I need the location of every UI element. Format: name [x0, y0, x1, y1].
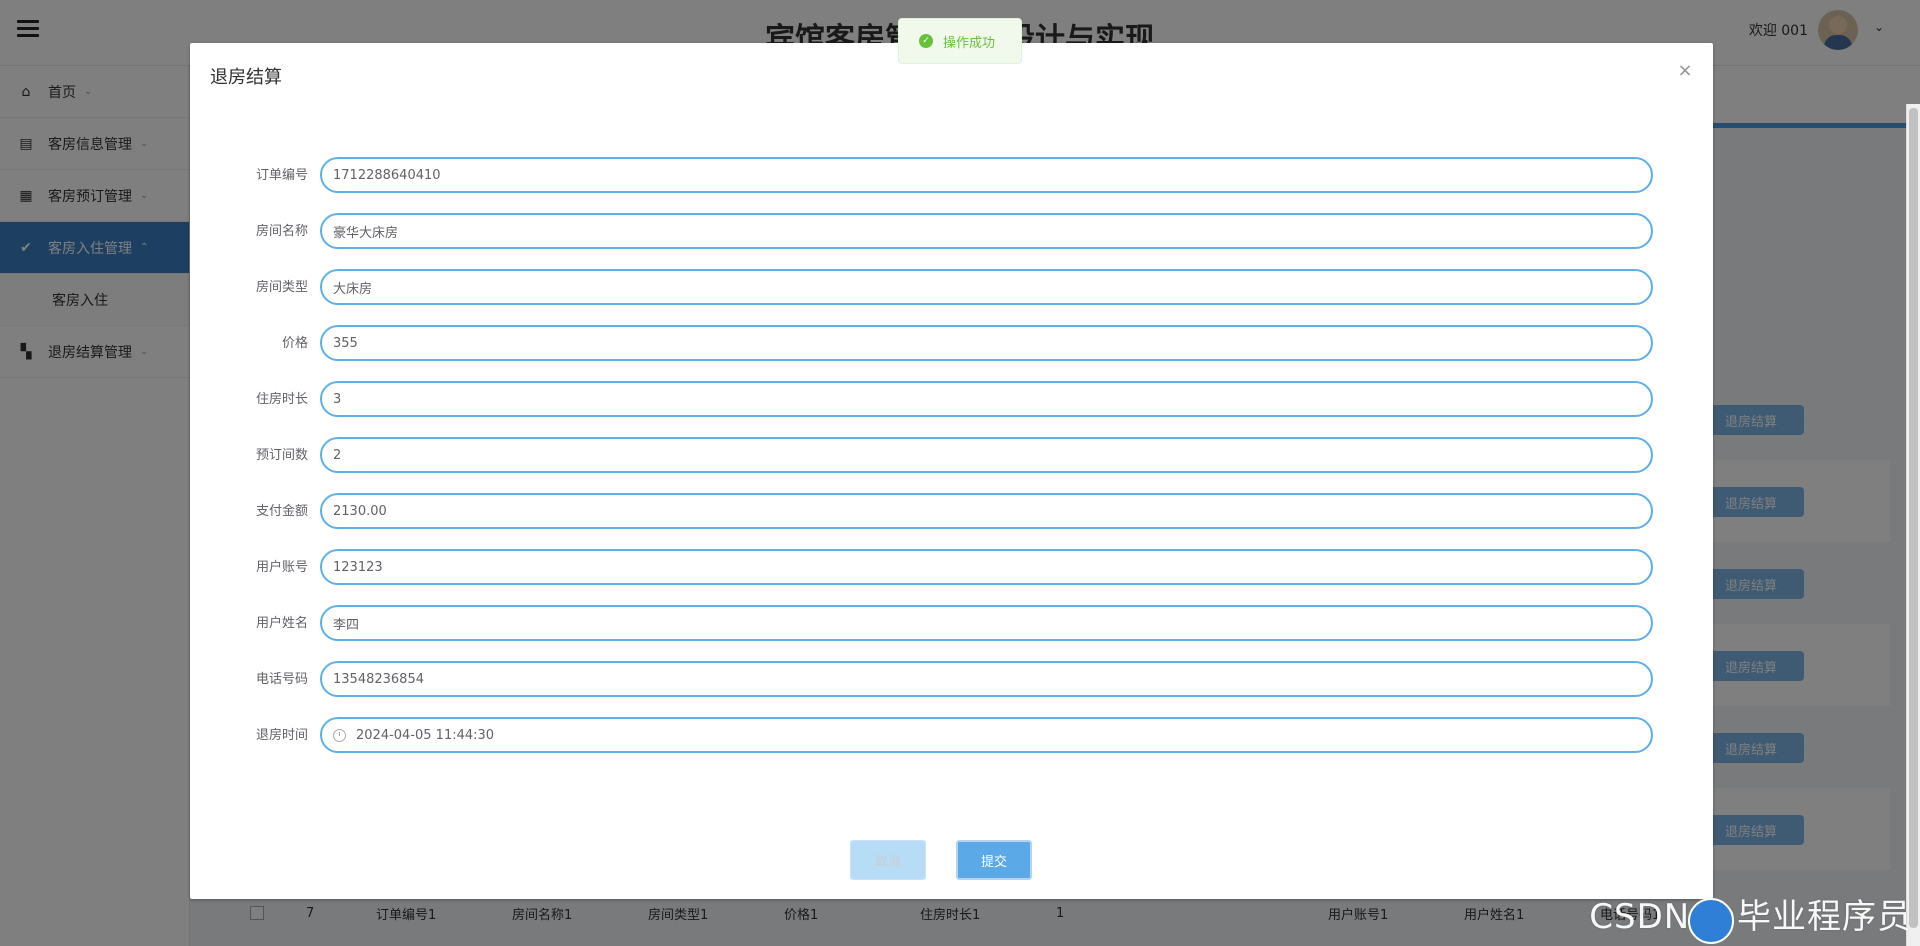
field-label: 预订间数	[255, 448, 308, 463]
stay-duration-field[interactable]: 3	[320, 381, 1653, 417]
form-row-room-name: 房间名称 豪华大床房	[210, 213, 1693, 251]
field-label: 用户姓名	[255, 616, 308, 631]
submit-button[interactable]: 提交	[956, 840, 1032, 880]
watermark: CSDN @毕业程序员	[1589, 897, 1912, 937]
field-label: 支付金额	[255, 504, 308, 519]
scrollbar-thumb[interactable]	[1909, 108, 1918, 928]
field-label: 退房时间	[255, 728, 308, 743]
form-row-user-name: 用户姓名 李四	[210, 605, 1693, 643]
field-label: 价格	[281, 336, 308, 351]
form-row-payment-amount: 支付金额 2130.00	[210, 493, 1693, 531]
user-account-field[interactable]: 123123	[320, 549, 1653, 585]
phone-field[interactable]: 13548236854	[320, 661, 1653, 697]
form-row-rooms-booked: 预订间数 2	[210, 437, 1693, 475]
close-icon[interactable]: ×	[1675, 61, 1695, 81]
form-row-price: 价格 355	[210, 325, 1693, 363]
field-label: 电话号码	[255, 672, 308, 687]
payment-amount-field[interactable]: 2130.00	[320, 493, 1653, 529]
rooms-booked-field[interactable]: 2	[320, 437, 1653, 473]
field-label: 房间类型	[255, 280, 308, 295]
checkout-dialog: 退房结算 × 订单编号 1712288640410 房间名称 豪华大床房 房间类…	[190, 43, 1713, 899]
price-field[interactable]: 355	[320, 325, 1653, 361]
form-row-user-account: 用户账号 123123	[210, 549, 1693, 587]
user-name-field[interactable]: 李四	[320, 605, 1653, 641]
form-row-order-number: 订单编号 1712288640410	[210, 157, 1693, 195]
room-name-field[interactable]: 豪华大床房	[320, 213, 1653, 249]
field-label: 住房时长	[255, 392, 308, 407]
field-label: 用户账号	[255, 560, 308, 575]
field-label: 房间名称	[255, 224, 308, 239]
order-number-field[interactable]: 1712288640410	[320, 157, 1653, 193]
form-row-room-type: 房间类型 大床房	[210, 269, 1693, 307]
clock-icon	[333, 728, 346, 742]
form-row-stay-duration: 住房时长 3	[210, 381, 1693, 419]
room-type-field[interactable]: 大床房	[320, 269, 1653, 305]
form-row-phone: 电话号码 13548236854	[210, 661, 1693, 699]
success-toast: ✓ 操作成功	[898, 18, 1022, 64]
checkout-time-picker[interactable]: 2024-04-05 11:44:30	[320, 717, 1653, 753]
page-scrollbar[interactable]	[1906, 104, 1920, 946]
checkout-time-value: 2024-04-05 11:44:30	[356, 727, 495, 743]
watermark-logo-icon	[1688, 898, 1734, 944]
cancel-button[interactable]: 取消	[850, 840, 926, 880]
form-row-checkout-time: 退房时间 2024-04-05 11:44:30	[210, 717, 1693, 755]
dialog-title: 退房结算	[210, 67, 282, 88]
toast-message: 操作成功	[943, 35, 996, 51]
check-circle-icon: ✓	[919, 34, 933, 48]
field-label: 订单编号	[255, 168, 308, 183]
